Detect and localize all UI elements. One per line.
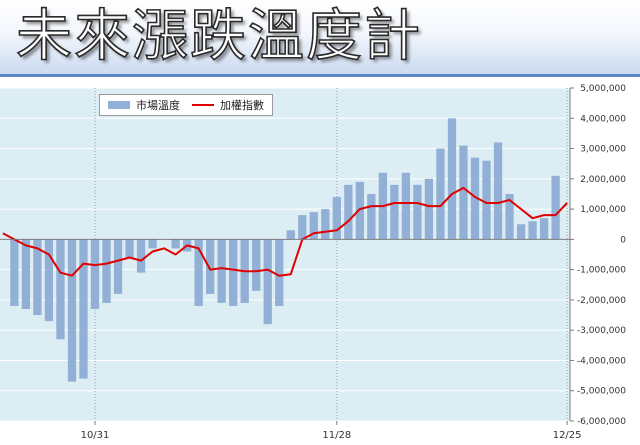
bar-mark	[355, 181, 364, 240]
bar-mark	[367, 193, 376, 240]
bar-mark	[125, 239, 134, 258]
legend-bar-swatch	[108, 101, 130, 109]
chart-legend: 市場溫度 加權指數	[99, 94, 273, 116]
header-banner: 未來漲跌溫度計	[0, 0, 640, 77]
chart: -6,000,000 -5,000,000 -4,000,000 -3,000,000…	[0, 84, 640, 444]
legend-label-index: 加權指數	[220, 99, 264, 112]
y-tick-label: 0	[620, 235, 626, 245]
bar-mark	[286, 230, 295, 240]
bar-mark	[528, 221, 537, 240]
bar-mark	[459, 145, 468, 240]
bar-mark	[252, 239, 261, 291]
page-title: 未來漲跌溫度計	[15, 3, 422, 70]
bar-mark	[263, 239, 272, 325]
bar-mark	[90, 239, 100, 309]
bar-mark	[390, 184, 399, 240]
y-tick-label: -6,000,000	[577, 417, 626, 427]
bar-mark	[539, 218, 549, 240]
y-tick-label: 5,000,000	[580, 84, 626, 94]
legend-line-swatch	[192, 104, 214, 106]
bar-mark	[217, 239, 226, 303]
y-tick-label: -4,000,000	[577, 356, 626, 366]
y-tick-label: 1,000,000	[580, 205, 626, 215]
bar-mark	[344, 184, 353, 240]
y-tick-label: -3,000,000	[577, 326, 626, 336]
bar-mark	[436, 148, 445, 240]
bar-mark	[102, 239, 111, 303]
bar-mark	[551, 175, 560, 240]
bar-mark	[332, 196, 341, 240]
x-tick-label: 11/28	[322, 430, 351, 441]
bar-mark	[229, 239, 238, 306]
y-tick-label: -1,000,000	[577, 266, 626, 276]
y-tick-label: -2,000,000	[577, 296, 626, 306]
bar-mark	[447, 118, 457, 240]
bar-mark	[413, 184, 422, 240]
bar-mark	[275, 239, 284, 306]
y-tick-label: 2,000,000	[580, 175, 626, 185]
header-divider	[0, 74, 640, 77]
bar-mark	[206, 239, 215, 294]
bar-mark	[424, 178, 434, 240]
bar-mark	[136, 239, 146, 273]
bar-mark	[56, 239, 65, 340]
legend-label-market-temp: 市場溫度	[136, 99, 180, 112]
bar-mark	[493, 142, 503, 240]
bar-mark	[113, 239, 123, 294]
bar-mark	[298, 215, 307, 240]
bar-mark	[21, 239, 31, 309]
x-tick-label: 12/25	[553, 430, 582, 441]
y-tick-label: 4,000,000	[580, 114, 626, 124]
x-tick-label: 10/31	[81, 430, 110, 441]
bar-mark	[44, 239, 54, 322]
bar-mark	[10, 239, 19, 306]
bar-mark	[482, 160, 491, 240]
bar-mark	[321, 209, 330, 240]
bar-mark	[401, 172, 411, 240]
bar-mark	[171, 239, 180, 249]
page: 未來漲跌溫度計 -6,000,000 -5,000,000 -4,000,000 -3…	[0, 0, 640, 445]
y-tick-label: 3,000,000	[580, 145, 626, 155]
bar-mark	[67, 239, 77, 382]
bar-mark	[148, 239, 157, 249]
y-tick-label: -5,000,000	[577, 387, 626, 397]
bar-mark	[79, 239, 88, 379]
bar-mark	[516, 224, 526, 240]
